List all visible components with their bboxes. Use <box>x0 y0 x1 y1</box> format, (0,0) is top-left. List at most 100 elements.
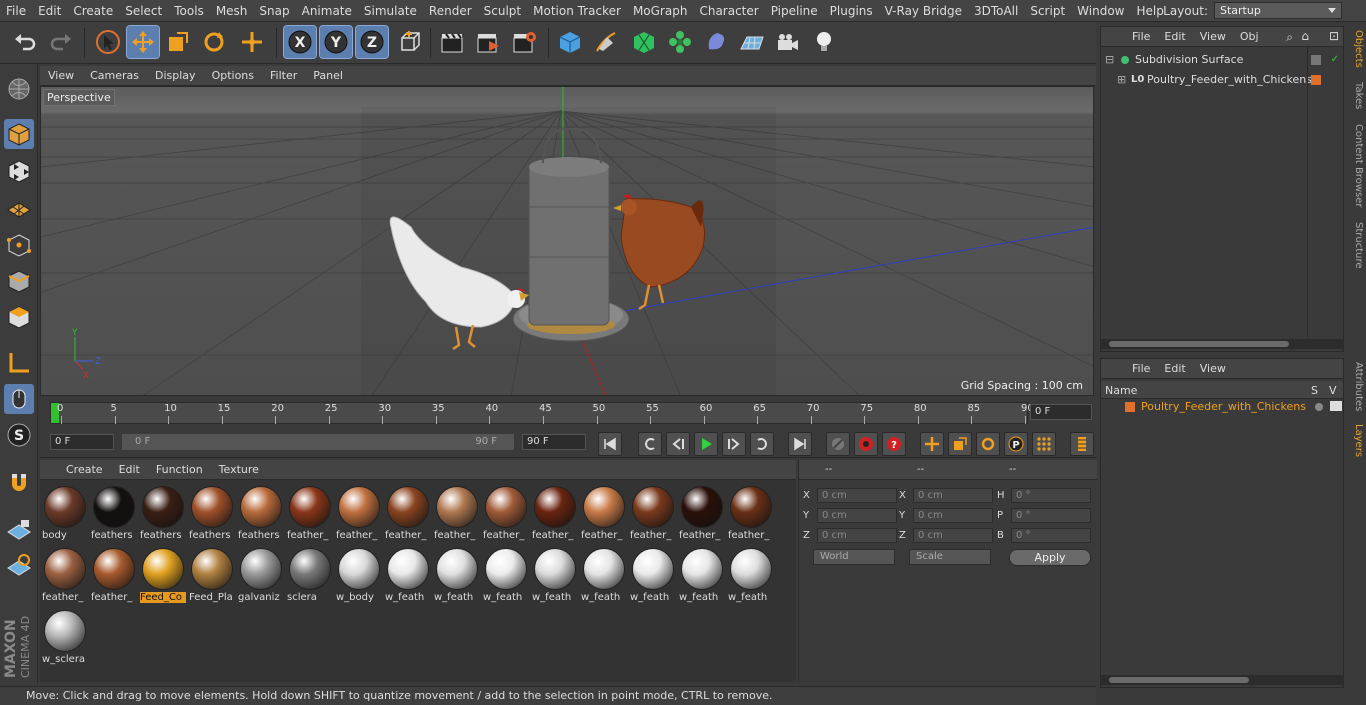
coord-value-field[interactable]: 0 cm <box>817 488 897 503</box>
menu-sculpt[interactable]: Sculpt <box>478 0 527 22</box>
menu-edit[interactable]: Edit <box>32 0 67 22</box>
cube-object-button[interactable] <box>554 26 586 58</box>
material-swatch[interactable]: feathers <box>238 484 284 544</box>
workplane-mode-button[interactable] <box>4 192 34 222</box>
floor-button[interactable] <box>736 26 768 58</box>
texture-mode-button[interactable] <box>4 156 34 186</box>
object-menu-file[interactable]: File <box>1125 30 1157 43</box>
eye-icon[interactable] <box>1330 401 1342 411</box>
side-tab-structure[interactable]: Structure <box>1348 222 1364 269</box>
material-swatch[interactable]: feather_ <box>679 484 725 544</box>
viewport-menu-options[interactable]: Options <box>204 69 262 82</box>
key-rotation-button[interactable] <box>976 432 1000 456</box>
layer-menu-view[interactable]: View <box>1193 362 1233 375</box>
current-frame-field[interactable]: 0 F <box>1030 404 1092 420</box>
layer-row[interactable]: Poultry_Feeder_with_Chickens <box>1101 398 1343 416</box>
side-tab-takes[interactable]: Takes <box>1348 82 1364 109</box>
transform-tool-button[interactable] <box>236 26 268 58</box>
solo-button[interactable]: S <box>4 420 34 450</box>
material-menu-edit[interactable]: Edit <box>111 463 148 476</box>
next-frame-button[interactable] <box>722 432 746 456</box>
snap-button[interactable] <box>4 468 34 498</box>
viewport-menu-view[interactable]: View <box>40 69 82 82</box>
end-frame-field[interactable]: 90 F <box>522 434 586 450</box>
rotate-tool-button[interactable] <box>198 26 230 58</box>
next-key-button[interactable] <box>750 432 774 456</box>
material-swatch[interactable]: feather_ <box>630 484 676 544</box>
key-position-button[interactable] <box>920 432 944 456</box>
menu-tools[interactable]: Tools <box>168 0 210 22</box>
autokey-button[interactable]: ? <box>882 432 906 456</box>
menu-character[interactable]: Character <box>693 0 764 22</box>
coord-value-field[interactable]: 0 ° <box>1011 488 1091 503</box>
viewport-menu-display[interactable]: Display <box>147 69 204 82</box>
go-to-end-button[interactable] <box>788 432 812 456</box>
menu-plugins[interactable]: Plugins <box>824 0 879 22</box>
solo-dot-icon[interactable] <box>1315 403 1323 411</box>
material-swatch[interactable]: Feed_Co <box>140 546 186 606</box>
side-tab-attributes[interactable]: Attributes <box>1348 362 1364 411</box>
coord-mode-dropdown[interactable]: Scale <box>909 549 991 565</box>
material-swatch[interactable]: w_sclera <box>42 608 88 668</box>
material-swatch[interactable]: w_feath <box>581 546 627 606</box>
material-swatch[interactable]: w_body <box>336 546 382 606</box>
menu-animate[interactable]: Animate <box>296 0 358 22</box>
check-icon[interactable]: ✓ <box>1331 51 1339 69</box>
material-swatch[interactable]: feather_ <box>483 484 529 544</box>
object-manager-scrollbar[interactable] <box>1101 339 1343 349</box>
render-settings-button[interactable] <box>508 26 540 58</box>
model-mode-button[interactable] <box>4 119 34 149</box>
layout-select[interactable]: Startup <box>1214 2 1342 19</box>
workplane-lock-button[interactable] <box>4 514 34 544</box>
object-menu-edit[interactable]: Edit <box>1157 30 1192 43</box>
coord-value-field[interactable]: 0 cm <box>913 488 993 503</box>
coord-system-dropdown[interactable]: World <box>813 549 895 565</box>
material-swatch[interactable]: w_feath <box>385 546 431 606</box>
prev-key-button[interactable] <box>638 432 662 456</box>
move-tool-button[interactable] <box>126 25 160 59</box>
expand-icon[interactable]: ⊞ <box>1117 71 1126 89</box>
menu-create[interactable]: Create <box>67 0 119 22</box>
undo-button[interactable] <box>10 26 42 58</box>
layer-swatch[interactable] <box>1125 402 1135 412</box>
material-swatch[interactable]: feather_ <box>42 546 88 606</box>
key-pla-button[interactable] <box>1032 432 1056 456</box>
y-axis-button[interactable]: Y <box>319 25 353 59</box>
axis-mode-button[interactable] <box>4 348 34 378</box>
live-selection-button[interactable] <box>92 26 124 58</box>
side-tab-layers[interactable]: Layers <box>1348 424 1364 457</box>
z-axis-button[interactable]: Z <box>355 25 389 59</box>
render-view-button[interactable] <box>436 26 468 58</box>
scale-tool-button[interactable] <box>162 26 194 58</box>
viewport-menu-filter[interactable]: Filter <box>262 69 305 82</box>
coord-value-field[interactable]: 0 ° <box>1011 508 1091 523</box>
viewport-camera-label[interactable]: Perspective <box>43 89 115 106</box>
side-tab-objects[interactable]: Objects <box>1348 30 1364 68</box>
coord-value-field[interactable]: 0 ° <box>1011 528 1091 543</box>
material-swatch[interactable]: w_feath <box>483 546 529 606</box>
key-scale-button[interactable] <box>948 432 972 456</box>
material-swatch[interactable]: galvaniz <box>238 546 284 606</box>
material-swatch[interactable]: feather_ <box>532 484 578 544</box>
x-axis-button[interactable]: X <box>283 25 317 59</box>
menu-file[interactable]: File <box>0 0 32 22</box>
light-button[interactable] <box>808 26 840 58</box>
camera-button[interactable] <box>772 26 804 58</box>
material-swatch[interactable]: feather_ <box>728 484 774 544</box>
material-swatch[interactable]: Feed_Pla <box>189 546 235 606</box>
collapse-icon[interactable]: ⊟ <box>1105 51 1114 69</box>
material-swatch[interactable]: feather_ <box>581 484 627 544</box>
menu-mograph[interactable]: MoGraph <box>627 0 694 22</box>
workplane-grid-button[interactable] <box>4 550 34 580</box>
material-swatch[interactable]: feather_ <box>385 484 431 544</box>
timeline-ruler[interactable]: 0 5 10 15 20 25 30 35 40 45 50 55 60 65 70 75 80 85 90 <box>50 402 1034 424</box>
menu-v-ray-bridge[interactable]: V-Ray Bridge <box>879 0 968 22</box>
material-swatch[interactable]: body <box>42 484 88 544</box>
frame-range-slider[interactable]: 0 F 90 F <box>122 434 514 450</box>
home-icon[interactable]: ⌂ <box>1301 29 1309 43</box>
material-swatch[interactable]: w_feath <box>728 546 774 606</box>
coordinate-system-button[interactable] <box>394 26 426 58</box>
redo-button[interactable] <box>44 26 76 58</box>
material-swatch[interactable]: feather_ <box>336 484 382 544</box>
make-editable-button[interactable] <box>4 74 34 104</box>
